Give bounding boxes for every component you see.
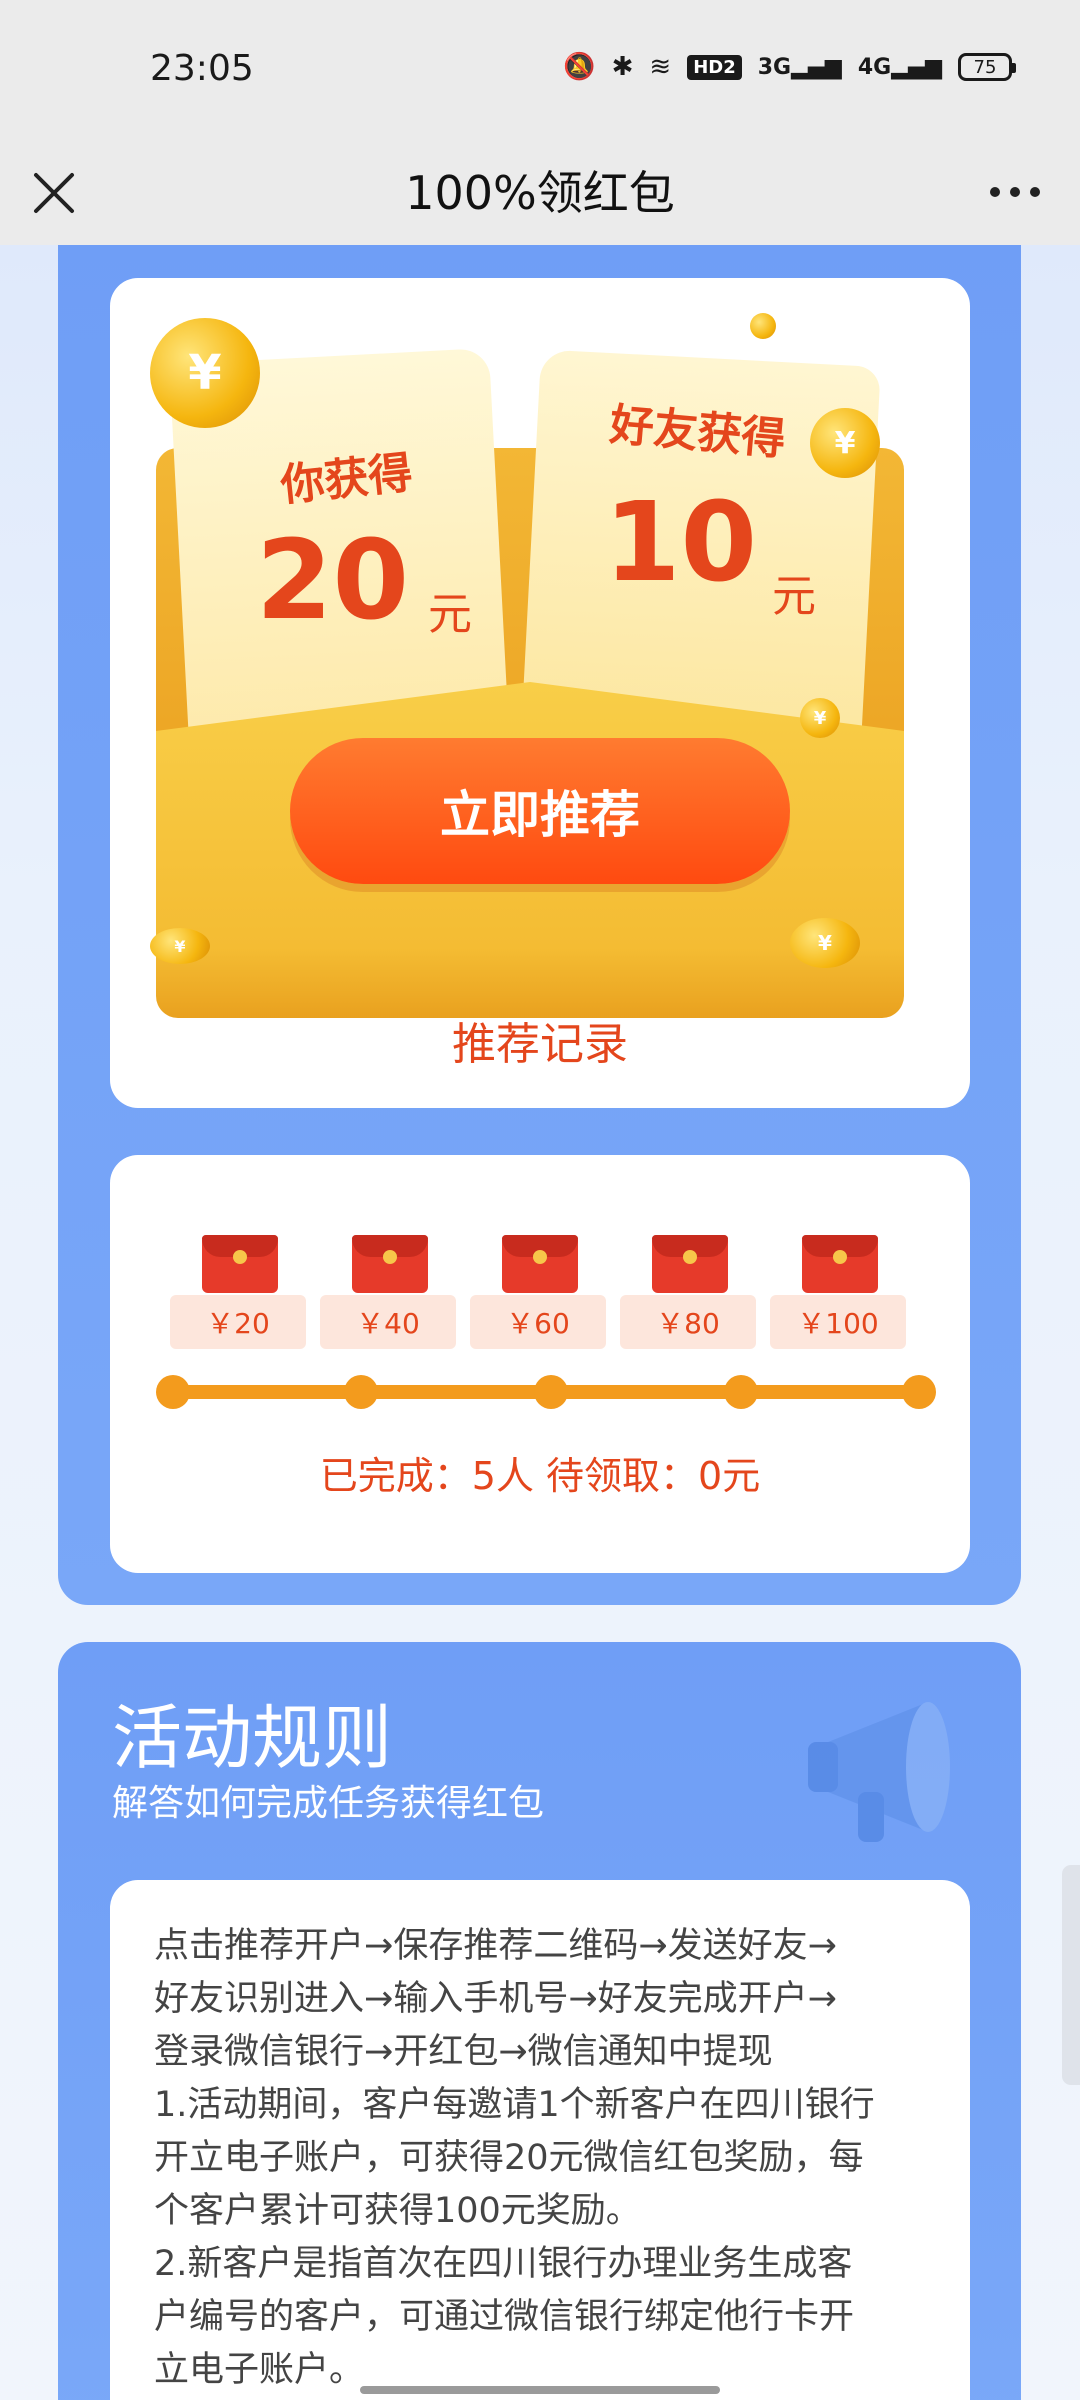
- coin-icon: [750, 313, 776, 339]
- signal-4g-icon: 4G▂▄▆: [857, 54, 942, 80]
- rules-line: 个客户累计可获得100元奖励。: [154, 2191, 641, 2231]
- progress-dot: [344, 1375, 378, 1409]
- red-envelope-icon: [202, 1235, 278, 1293]
- nav-bar: 100%领红包: [0, 143, 1080, 245]
- progress-dot: [534, 1375, 568, 1409]
- progress-card: ￥20 ￥40 ￥60 ￥80 ￥100 已完成：5人 待领取：0元: [110, 1155, 970, 1573]
- rules-line: 1.活动期间，客户每邀请1个新客户在四川银行: [154, 2085, 875, 2125]
- rules-line: 户编号的客户，可通过微信银行绑定他行卡开: [154, 2297, 855, 2337]
- friend-get-unit: 元: [772, 571, 816, 622]
- status-icons: 🔕 ✱ ≋ HD2 3G▂▄▆ 4G▂▄▆ 75: [563, 52, 1016, 82]
- hd-icon: HD2: [687, 54, 742, 80]
- tier-label: ￥40: [320, 1295, 456, 1349]
- rules-line: 开立电子账户，可获得20元微信红包奖励，每: [154, 2138, 864, 2178]
- rules-line: 点击推荐开户→保存推荐二维码→发送好友→: [154, 1926, 837, 1966]
- progress-summary: 已完成：5人 待领取：0元: [319, 1454, 761, 1498]
- rules-line: 登录微信银行→开红包→微信通知中提现: [154, 2032, 773, 2072]
- bluetooth-icon: ✱: [611, 52, 634, 82]
- mute-bell-icon: 🔕: [563, 52, 596, 82]
- status-bar: 23:05 🔕 ✱ ≋ HD2 3G▂▄▆ 4G▂▄▆ 75: [0, 0, 1080, 143]
- tier-item: ￥60: [470, 1235, 606, 1355]
- battery-icon: 75: [958, 53, 1016, 81]
- coin-icon: ¥: [150, 318, 260, 428]
- scrollbar[interactable]: [1062, 1865, 1080, 2085]
- tier-item: ￥20: [170, 1235, 306, 1355]
- signal-3g-icon: 3G▂▄▆: [757, 54, 842, 80]
- red-envelope-icon: [802, 1235, 878, 1293]
- coin-icon: ¥: [790, 918, 860, 968]
- coin-icon: ¥: [810, 408, 880, 478]
- megaphone-icon: [808, 1702, 950, 1842]
- reward-tiers: ￥20 ￥40 ￥60 ￥80 ￥100: [170, 1235, 910, 1355]
- progress-bar: [156, 1375, 936, 1409]
- rules-card: 点击推荐开户→保存推荐二维码→发送好友→ 好友识别进入→输入手机号→好友完成开户…: [110, 1880, 970, 2400]
- tier-label: ￥60: [470, 1295, 606, 1349]
- reward-card: 你获得 20 元 好友获得 10 元 ¥ ¥ ¥ ¥ ¥ 立即推荐 推荐记录: [110, 278, 970, 1108]
- friend-get-value: 10: [604, 478, 758, 606]
- rules-line: 好友识别进入→输入手机号→好友完成开户→: [154, 1979, 837, 2019]
- tier-item: ￥100: [770, 1235, 906, 1355]
- red-envelope-icon: [502, 1235, 578, 1293]
- rules-subtitle: 解答如何完成任务获得红包: [112, 1783, 545, 1824]
- progress-dot: [156, 1375, 190, 1409]
- page-content: 你获得 20 元 好友获得 10 元 ¥ ¥ ¥ ¥ ¥ 立即推荐 推荐记录 ￥…: [0, 245, 1080, 2400]
- tier-label: ￥20: [170, 1295, 306, 1349]
- more-icon[interactable]: [990, 177, 1050, 207]
- coin-icon: ¥: [800, 698, 840, 738]
- rules-line: 2.新客户是指首次在四川银行办理业务生成客: [154, 2244, 853, 2284]
- red-envelope-icon: [652, 1235, 728, 1293]
- you-get-value: 20: [256, 516, 410, 644]
- progress-dot: [902, 1375, 936, 1409]
- reward-panel: 你获得 20 元 好友获得 10 元 ¥ ¥ ¥ ¥ ¥ 立即推荐 推荐记录 ￥…: [58, 245, 1021, 1605]
- coin-icon: ¥: [150, 928, 210, 964]
- tier-item: ￥80: [620, 1235, 756, 1355]
- you-get-unit: 元: [428, 589, 472, 640]
- you-get-label: 你获得: [278, 447, 415, 512]
- recommend-record-link[interactable]: 推荐记录: [110, 1008, 970, 1072]
- rules-title: 活动规则: [112, 1697, 392, 1779]
- tier-item: ￥40: [320, 1235, 456, 1355]
- tier-label: ￥80: [620, 1295, 756, 1349]
- home-indicator[interactable]: [360, 2386, 720, 2394]
- red-envelope-icon: [352, 1235, 428, 1293]
- tier-label: ￥100: [770, 1295, 906, 1349]
- progress-dot: [724, 1375, 758, 1409]
- rules-panel: 活动规则 解答如何完成任务获得红包 点击推荐开户→保存推荐二维码→发送好友→ 好…: [58, 1642, 1021, 2400]
- recommend-now-button[interactable]: 立即推荐: [290, 738, 790, 884]
- rules-text: 点击推荐开户→保存推荐二维码→发送好友→ 好友识别进入→输入手机号→好友完成开户…: [154, 1920, 934, 2397]
- page-title: 100%领红包: [405, 166, 675, 220]
- status-time: 23:05: [150, 48, 254, 89]
- wifi-icon: ≋: [649, 52, 672, 82]
